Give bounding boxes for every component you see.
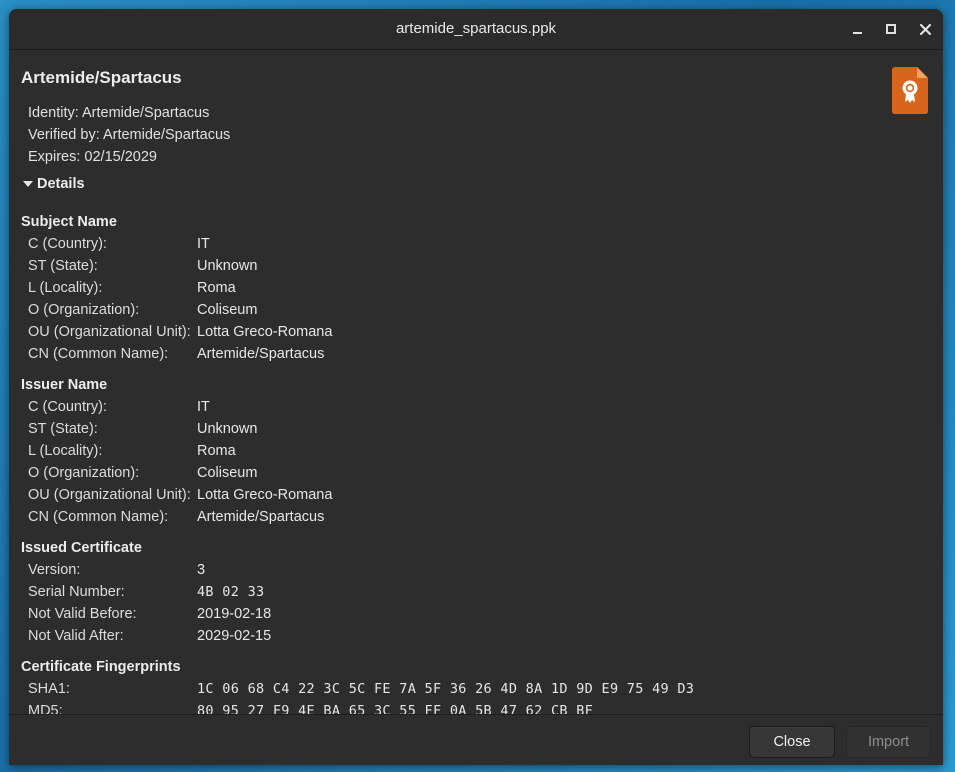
field-label: L (Locality): xyxy=(28,280,103,296)
field-label: OU (Organizational Unit): xyxy=(28,487,191,503)
title-bar: artemide_spartacus.ppk xyxy=(9,9,943,50)
field-label: CN (Common Name): xyxy=(28,346,169,362)
serial-number-value: 4B 02 33 xyxy=(197,584,265,600)
maximize-icon xyxy=(886,24,896,34)
field-value: 2029-02-15 xyxy=(197,628,272,644)
field-value: Artemide/Spartacus xyxy=(197,346,325,362)
subject-name-heading: Subject Name xyxy=(21,214,117,230)
field-label: O (Organization): xyxy=(28,465,140,481)
field-value: 3 xyxy=(197,562,206,578)
issuer-name-heading: Issuer Name xyxy=(21,377,108,393)
minimize-button[interactable] xyxy=(847,19,867,39)
field-label: L (Locality): xyxy=(28,443,103,459)
field-value: Roma xyxy=(197,443,236,459)
identity-text: Identity: Artemide/Spartacus xyxy=(28,105,210,121)
field-value: Coliseum xyxy=(197,465,258,481)
verified-by-text: Verified by: Artemide/Spartacus xyxy=(28,127,231,143)
certificate-details-panel: Artemide/Spartacus Identity: Artemide/Sp… xyxy=(9,50,943,714)
field-label: C (Country): xyxy=(28,399,107,415)
field-label: ST (State): xyxy=(28,258,98,274)
field-label: C (Country): xyxy=(28,236,107,252)
close-icon xyxy=(919,23,931,35)
field-label: SHA1: xyxy=(28,681,70,697)
field-value: Artemide/Spartacus xyxy=(197,509,325,525)
field-label: Serial Number: xyxy=(28,584,125,600)
field-label: Not Valid After: xyxy=(28,628,124,644)
field-value: Coliseum xyxy=(197,302,258,318)
field-label: O (Organization): xyxy=(28,302,140,318)
certificate-file-icon xyxy=(892,67,928,114)
field-value: Roma xyxy=(197,280,236,296)
field-value: IT xyxy=(197,236,210,252)
dialog-button-bar: Close Import xyxy=(9,714,943,765)
field-label: Version: xyxy=(28,562,81,578)
field-label: MD5: xyxy=(28,703,63,714)
field-value: Unknown xyxy=(197,258,258,274)
field-value: 2019-02-18 xyxy=(197,606,272,622)
maximize-button[interactable] xyxy=(881,19,901,39)
details-label: Details xyxy=(37,176,85,192)
certificate-name: Artemide/Spartacus xyxy=(21,68,182,87)
import-button[interactable]: Import xyxy=(846,726,931,758)
field-value: Lotta Greco-Romana xyxy=(197,324,333,340)
details-expander[interactable]: Details xyxy=(23,176,85,192)
issued-certificate-heading: Issued Certificate xyxy=(21,540,142,556)
field-label: ST (State): xyxy=(28,421,98,437)
field-label: CN (Common Name): xyxy=(28,509,169,525)
sha1-value: 1C 06 68 C4 22 3C 5C FE 7A 5F 36 26 4D 8… xyxy=(197,681,695,697)
expander-arrow-icon xyxy=(23,181,33,187)
field-label: OU (Organizational Unit): xyxy=(28,324,191,340)
certificate-viewer-window: artemide_spartacus.ppk Artemide/Spartacu… xyxy=(9,9,943,765)
fingerprints-heading: Certificate Fingerprints xyxy=(21,659,181,675)
field-label: Not Valid Before: xyxy=(28,606,137,622)
close-window-button[interactable] xyxy=(915,19,935,39)
md5-value: 80 95 27 F9 4E BA 65 3C 55 FF 0A 5B 47 6… xyxy=(197,703,594,714)
field-value: Lotta Greco-Romana xyxy=(197,487,333,503)
close-button[interactable]: Close xyxy=(749,726,835,758)
field-value: Unknown xyxy=(197,421,258,437)
field-value: IT xyxy=(197,399,210,415)
window-title: artemide_spartacus.ppk xyxy=(395,20,557,37)
minimize-icon xyxy=(852,31,862,34)
expires-text: Expires: 02/15/2029 xyxy=(28,149,157,165)
